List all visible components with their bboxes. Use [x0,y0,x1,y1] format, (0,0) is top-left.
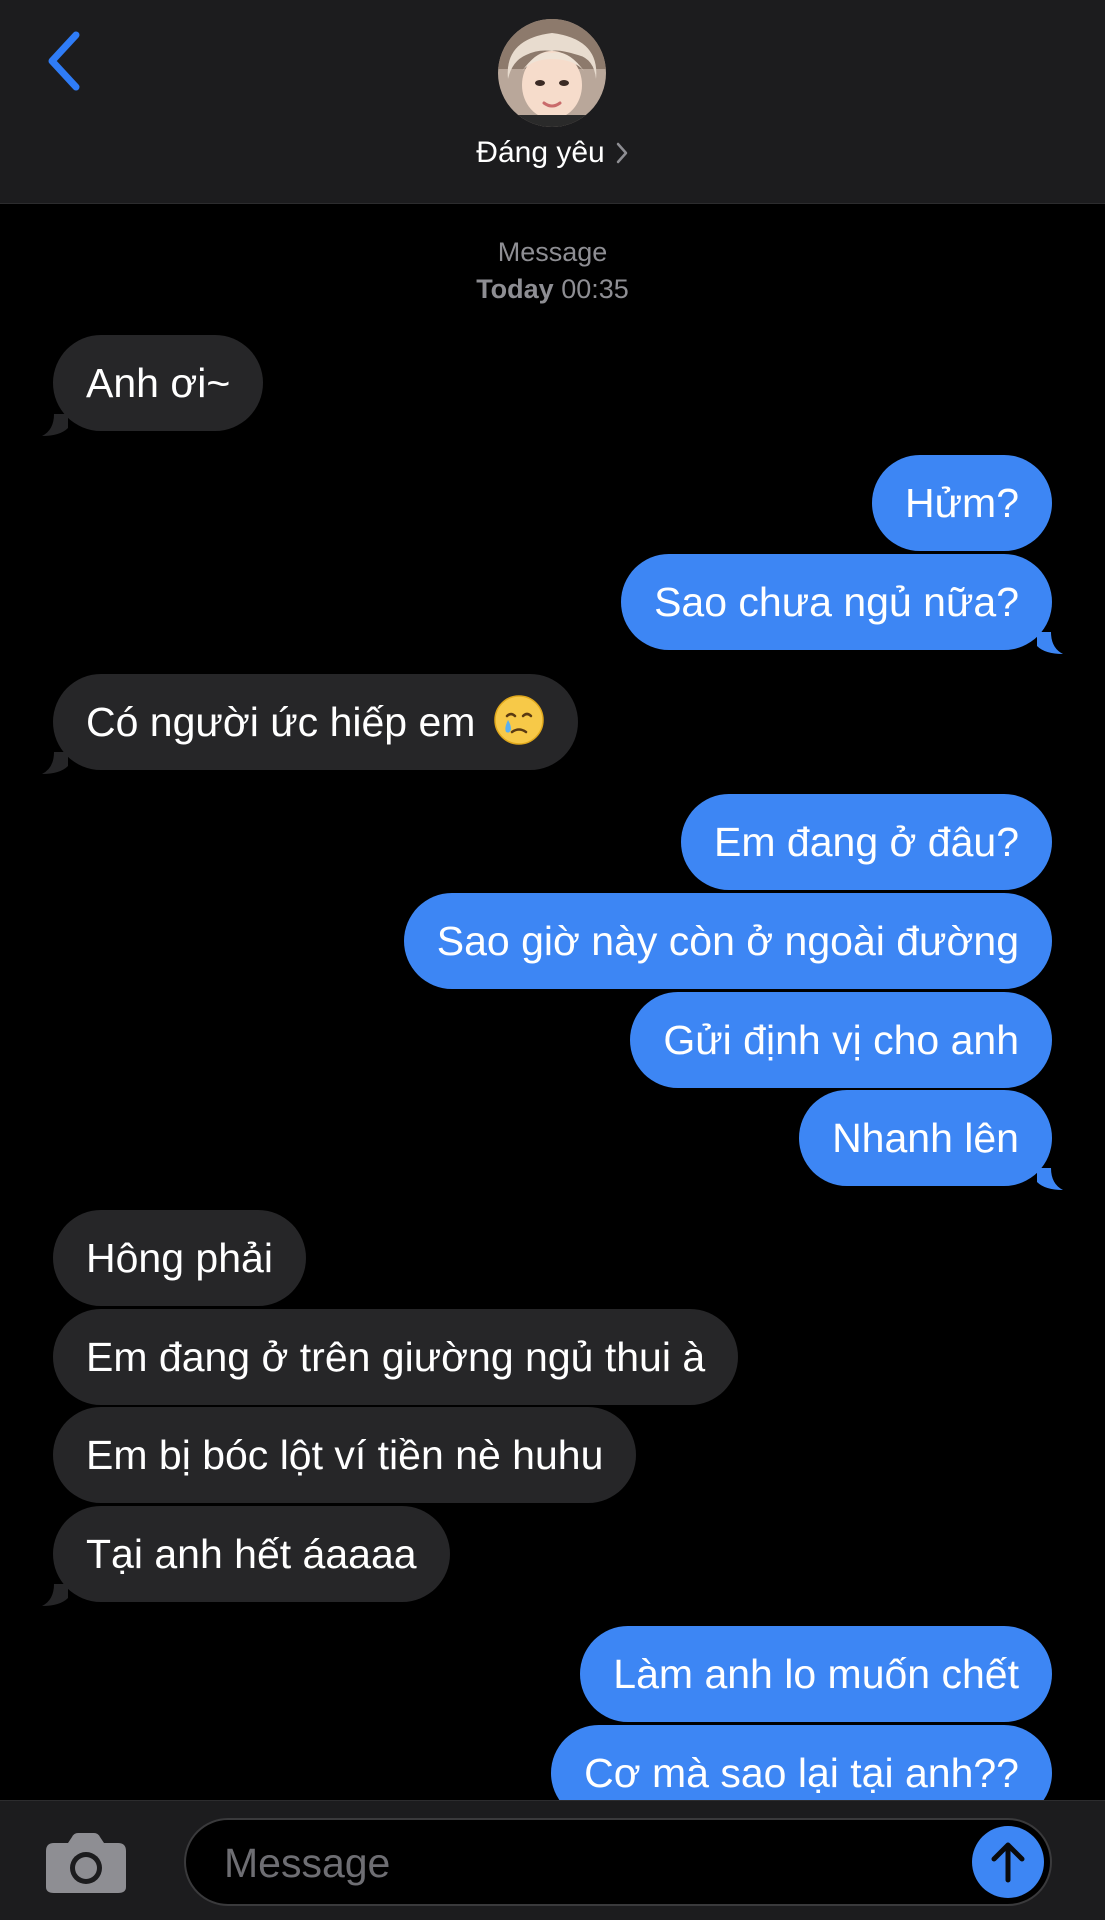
message-text: Cơ mà sao lại tại anh?? [584,1750,1019,1796]
bubble-tail [1037,1168,1063,1190]
message-list[interactable]: Message Today 00:35 Anh ơi~ Hửm? Sao chư… [0,204,1105,1800]
contact-name: Đáng yêu [476,136,605,169]
message-timestamp: Message Today 00:35 [0,234,1105,308]
bubble-tail [1037,632,1063,654]
message-text: Có người ức hiếp em [86,699,476,745]
contact-photo [498,19,606,127]
message-text: Sao giờ này còn ở ngoài đường [436,918,1019,964]
message-text: Em đang ở đâu? [714,819,1019,865]
contact-name-button[interactable]: Đáng yêu [0,136,1105,170]
timestamp-time: 00:35 [561,274,629,304]
outgoing-message-bubble[interactable]: Nhanh lên [799,1090,1052,1186]
service-label: Message [497,237,608,267]
incoming-message-bubble[interactable]: Em bị bóc lột ví tiền nè huhu [53,1407,637,1503]
message-text: Hửm? [904,480,1019,526]
incoming-message-bubble[interactable]: Hông phải [53,1210,306,1306]
bubble-tail [42,752,68,774]
arrow-up-icon [991,1842,1025,1883]
back-button[interactable] [34,26,94,96]
message-text: Hông phải [86,1235,273,1281]
conversation-header: Đáng yêu [0,0,1105,204]
bubble-tail [42,414,68,436]
outgoing-message-bubble[interactable]: Sao giờ này còn ở ngoài đường [403,893,1052,989]
message-text: Gửi định vị cho anh [663,1017,1019,1063]
timestamp-day: Today [476,274,554,304]
avatar[interactable] [498,19,606,127]
incoming-message-bubble[interactable]: Có người ức hiếp em [53,674,578,770]
outgoing-message-bubble[interactable]: Gửi định vị cho anh [630,992,1052,1088]
camera-icon [46,1833,126,1893]
message-text: Em đang ở trên giường ngủ thui à [86,1334,706,1380]
message-text: Sao chưa ngủ nữa? [654,579,1019,625]
outgoing-message-bubble[interactable]: Làm anh lo muốn chết [580,1626,1052,1722]
message-text: Anh ơi~ [86,360,231,406]
message-input[interactable] [222,1820,926,1906]
bubble-tail [42,1584,68,1606]
message-field[interactable] [184,1818,1052,1906]
message-text: Nhanh lên [832,1115,1019,1161]
incoming-message-bubble[interactable]: Em đang ở trên giường ngủ thui à [53,1309,739,1405]
incoming-message-bubble[interactable]: Tại anh hết áaaaa [53,1506,450,1602]
send-button[interactable] [972,1826,1044,1898]
message-text: Làm anh lo muốn chết [613,1651,1019,1697]
crying-face-emoji [494,695,544,745]
camera-button[interactable] [44,1831,128,1895]
message-text: Tại anh hết áaaaa [86,1531,417,1577]
compose-bar [0,1800,1105,1920]
chevron-right-icon [616,142,627,164]
outgoing-message-bubble[interactable]: Em đang ở đâu? [681,794,1052,890]
outgoing-message-bubble[interactable]: Cơ mà sao lại tại anh?? [551,1725,1052,1800]
chevron-left-icon [48,31,80,91]
message-text: Em bị bóc lột ví tiền nè huhu [86,1432,604,1478]
outgoing-message-bubble[interactable]: Sao chưa ngủ nữa? [621,554,1052,650]
incoming-message-bubble[interactable]: Anh ơi~ [53,335,264,431]
outgoing-message-bubble[interactable]: Hửm? [871,455,1052,551]
